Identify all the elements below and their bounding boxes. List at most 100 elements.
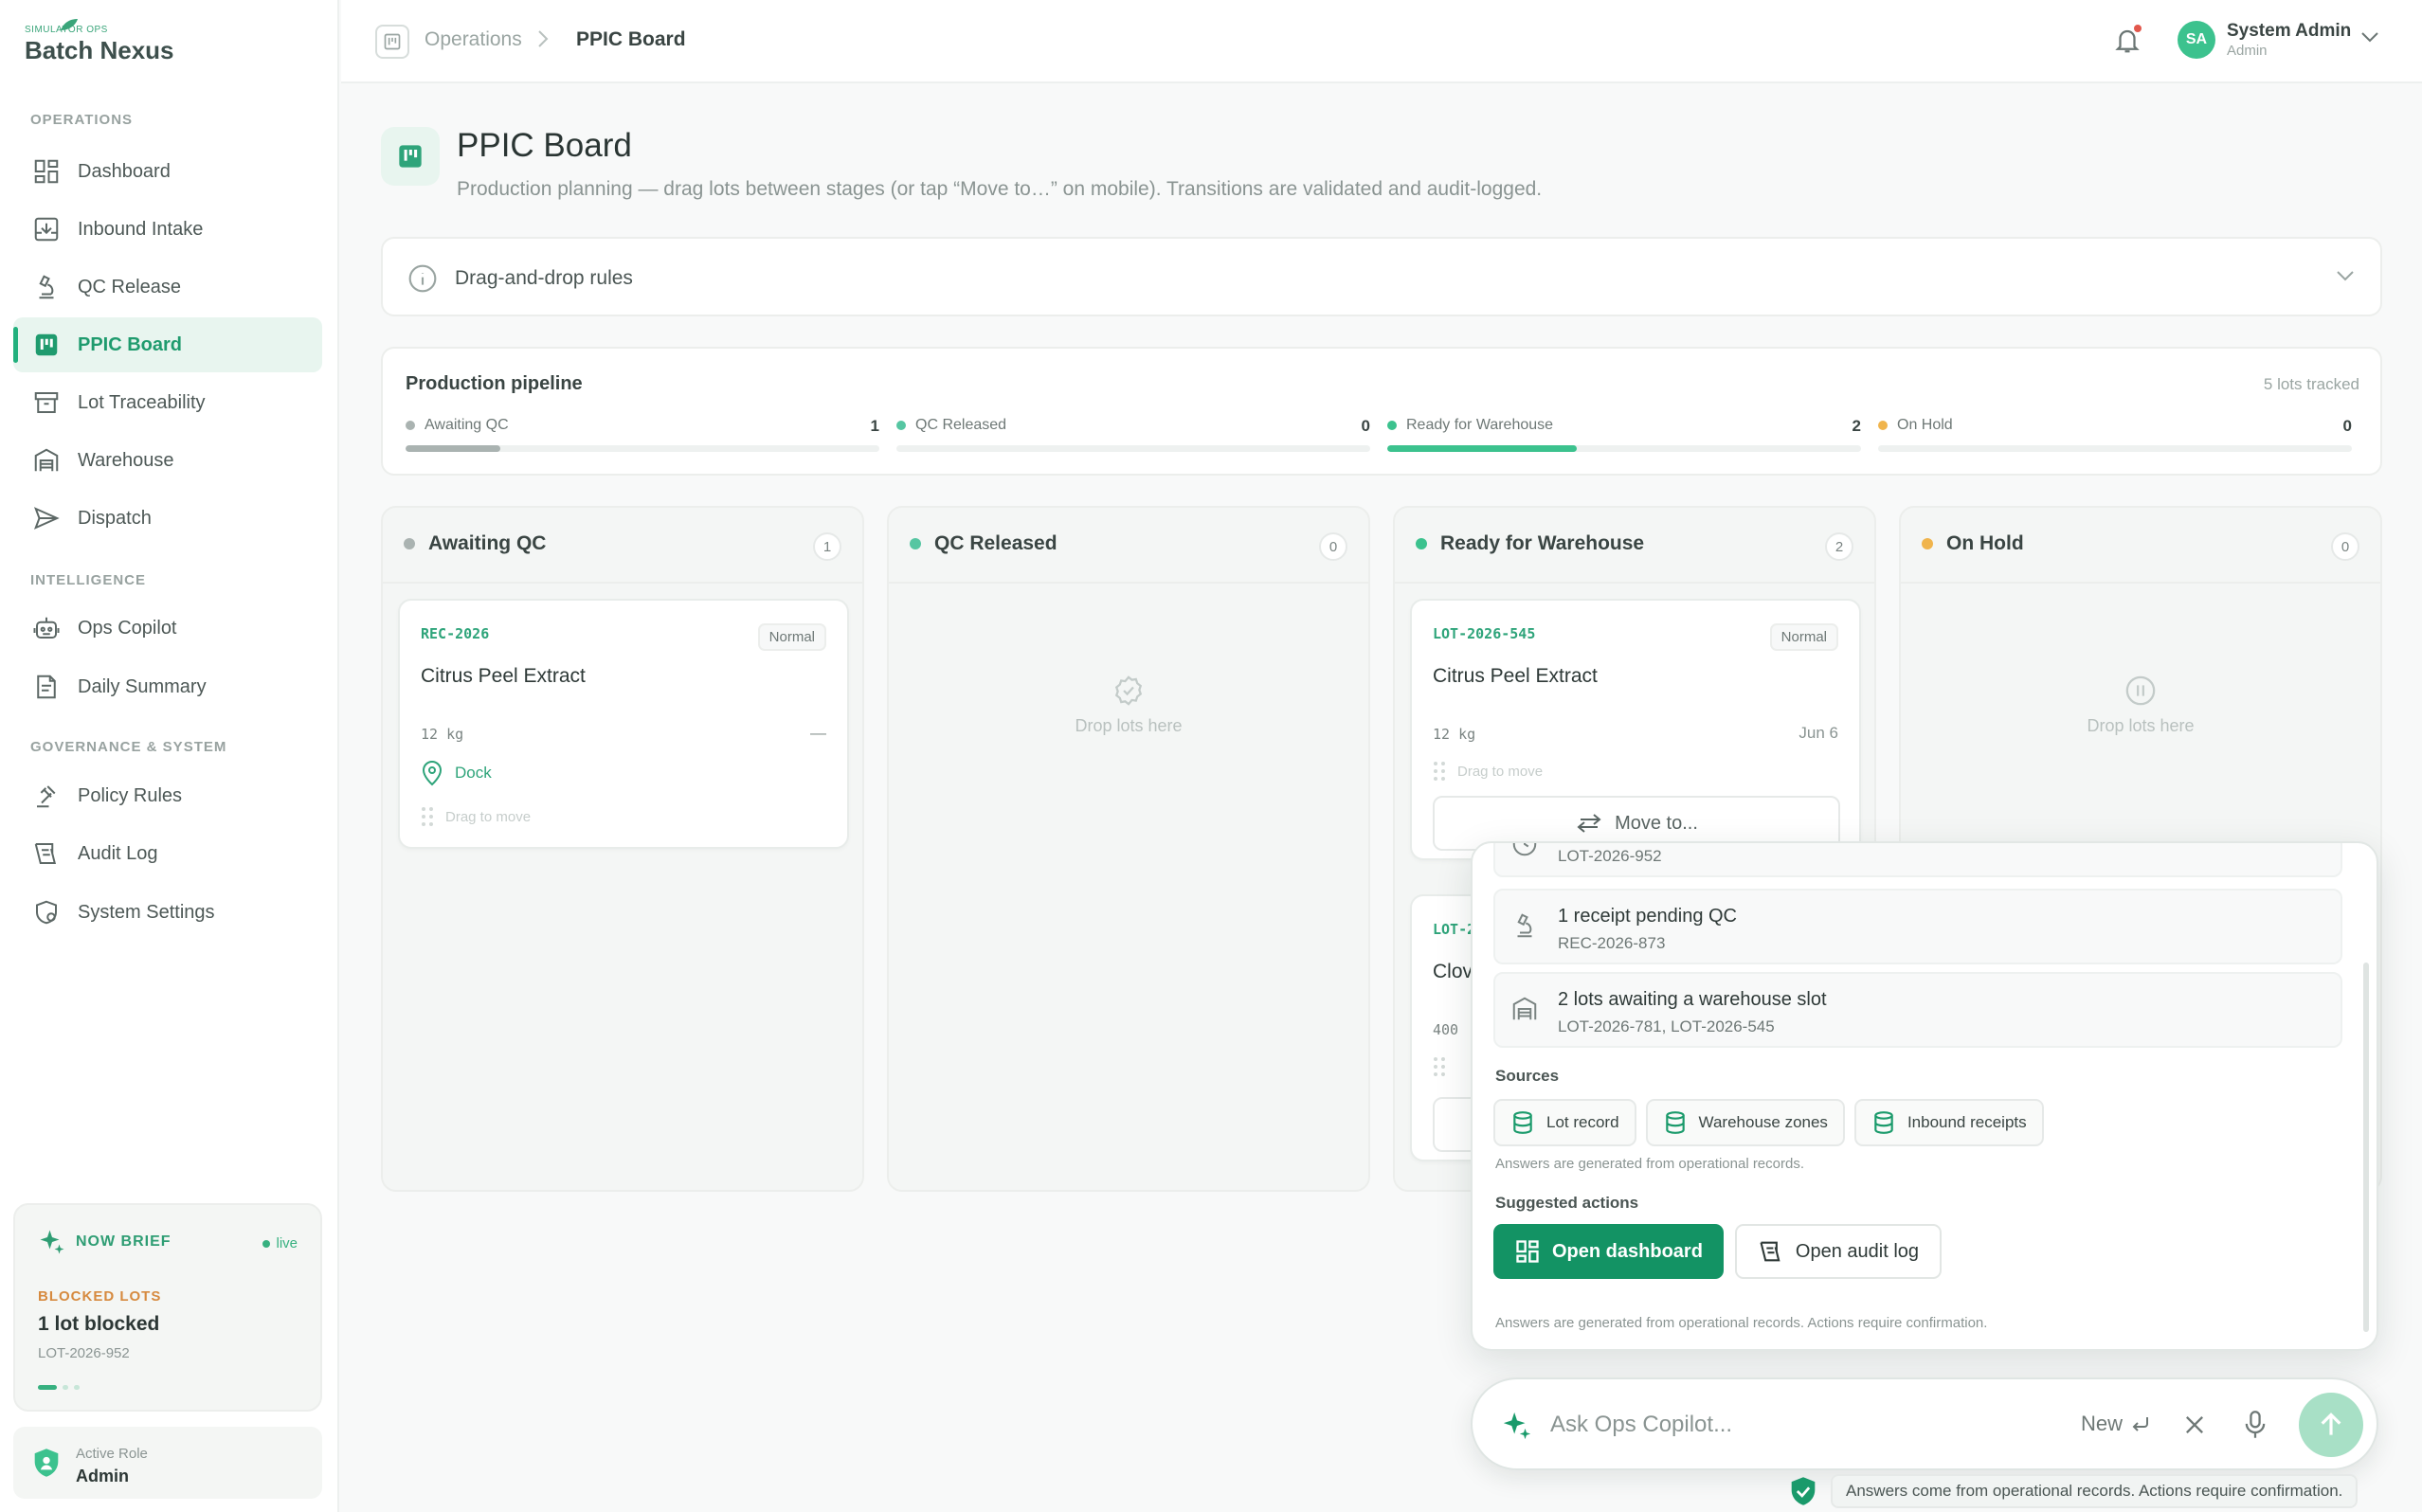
breadcrumb-operations[interactable]: Operations [425,28,522,51]
now-brief-card[interactable]: NOW BRIEF live BLOCKED LOTS 1 lot blocke… [13,1203,322,1412]
pager-dot[interactable] [63,1385,68,1390]
sidebar-item-label: Warehouse [78,449,174,471]
stage-progress-fill [406,445,500,452]
sidebar-item-ppic-board[interactable]: PPIC Board [13,317,322,372]
user-role: Admin [2227,43,2268,59]
close-icon[interactable] [2181,1412,2208,1438]
priority-badge: Normal [757,623,826,651]
topbar: Operations PPIC Board SA System Admin Ad… [341,0,2422,83]
column-title: On Hold [1922,532,2024,555]
sources-list: Lot record Warehouse zones Inbound recei… [1493,1099,2044,1146]
sidebar-item-inbound-intake[interactable]: Inbound Intake [13,202,322,257]
copilot-finding[interactable]: 1 receipt pending QC REC-2026-873 [1493,889,2342,964]
sidebar-item-lot-traceability[interactable]: Lot Traceability [13,375,322,430]
dashboard-icon [1516,1240,1539,1263]
sidebar-item-label: Audit Log [78,842,158,864]
send-button[interactable] [2299,1393,2363,1457]
database-icon [1513,1111,1532,1134]
lot-card[interactable]: LOT-2026-545 Normal Citrus Peel Extract … [1410,599,1861,860]
copilot-input[interactable] [1550,1404,2024,1446]
avatar[interactable]: SA [2178,21,2215,59]
sidebar-item-qc-release[interactable]: QC Release [13,260,322,315]
settings-shield-icon [32,898,61,927]
page-title: PPIC Board [457,127,632,164]
drop-zone[interactable]: Drop lots here [889,675,1368,736]
open-dashboard-label: Open dashboard [1552,1240,1703,1262]
drag-hint: Drag to move [1457,763,1544,780]
copilot-finding[interactable]: 2 lots awaiting a warehouse slot LOT-202… [1493,972,2342,1048]
notification-dot [2134,25,2142,32]
pager-dot[interactable] [38,1385,57,1390]
sidebar-item-policy-rules[interactable]: Policy Rules [13,768,322,823]
sidebar-item-system-settings[interactable]: System Settings [13,885,322,940]
move-to-label: Move to... [1615,812,1698,834]
chevron-down-icon[interactable] [2359,30,2380,44]
active-role[interactable]: Active Role Admin [13,1427,322,1499]
page-subtitle: Production planning — drag lots between … [457,178,1543,200]
rules-label: Drag-and-drop rules [455,267,633,289]
column-header: On Hold 0 [1901,508,2380,584]
brief-pager[interactable] [38,1385,80,1390]
lot-id[interactable]: LOT-2 [1433,921,1475,938]
suggested-actions: Open dashboard Open audit log [1493,1224,1943,1279]
drag-handle[interactable] [1433,1055,1457,1078]
drag-drop-rules-accordion[interactable]: Drag-and-drop rules [381,237,2382,316]
sidebar-item-label: System Settings [78,901,215,923]
kanban-icon [32,331,61,359]
lots-tracked: 5 lots tracked [2263,375,2359,393]
source-chip[interactable]: Lot record [1493,1099,1636,1146]
copilot-finding[interactable]: LOT-2026-952 [1493,843,2342,877]
column-title: Awaiting QC [404,532,546,555]
microscope-icon [32,273,61,301]
stage-count: 1 [870,417,879,435]
brand-logo[interactable]: SIMULATOR OPS Batch Nexus [25,17,214,66]
drop-zone[interactable]: Drop lots here [1901,675,2380,736]
shield-check-icon [32,1448,61,1478]
sidebar-item-label: Policy Rules [78,784,183,806]
sidebar-item-daily-summary[interactable]: Daily Summary [13,659,322,714]
sidebar-item-dashboard[interactable]: Dashboard [13,144,322,199]
map-pin-icon [421,760,443,786]
nav-section-intelligence: INTELLIGENCE [30,572,147,588]
stage-name: On Hold [1878,417,1953,434]
pipeline-stage-qc-released: QC Released 0 [896,417,1370,455]
active-role-label: Active Role [76,1446,148,1462]
lot-id[interactable]: REC-2026 [421,625,489,642]
brief-lot-id: LOT-2026-952 [38,1345,130,1361]
pause-circle-icon [2125,675,2156,706]
source-label: Lot record [1546,1113,1619,1131]
leaf-icon [59,17,80,32]
open-dashboard-button[interactable]: Open dashboard [1493,1224,1724,1279]
column-awaiting-qc[interactable]: Awaiting QC 1 REC-2026 Normal Citrus Pee… [381,506,864,1192]
enter-icon [2132,1417,2149,1431]
archive-box-icon [32,388,61,417]
drag-handle[interactable]: Drag to move [1433,760,1543,783]
new-chat-button[interactable]: New [2081,1412,2151,1436]
column-qc-released[interactable]: QC Released 0 Drop lots here [887,506,1370,1192]
user-name[interactable]: System Admin [2227,21,2351,42]
source-chip[interactable]: Inbound receipts [1853,1099,2044,1146]
chevron-down-icon[interactable] [2335,265,2356,286]
lot-card[interactable]: REC-2026 Normal Citrus Peel Extract 12 k… [398,599,849,849]
sidebar-item-warehouse[interactable]: Warehouse [13,433,322,488]
microphone-icon[interactable] [2242,1410,2268,1440]
brief-value: 1 lot blocked [38,1313,160,1335]
finding-ids: LOT-2026-781, LOT-2026-545 [1558,1017,1775,1035]
sources-note: Answers are generated from operational r… [1495,1156,1805,1172]
sidebar-item-label: Inbound Intake [78,218,204,240]
sidebar-item-dispatch[interactable]: Dispatch [13,491,322,546]
disclaimer-note: Answers come from operational records. A… [1831,1474,2359,1508]
pager-dot[interactable] [74,1385,80,1390]
source-chip[interactable]: Warehouse zones [1645,1099,1845,1146]
sidebar-item-audit-log[interactable]: Audit Log [13,826,322,881]
panel-scrollbar[interactable] [2363,963,2369,1332]
open-audit-log-button[interactable]: Open audit log [1734,1224,1943,1279]
drop-hint: Drop lots here [2087,716,2195,735]
drag-handle[interactable]: Drag to move [421,805,531,828]
database-icon [1665,1111,1685,1134]
sidebar-item-label: QC Release [78,276,181,297]
lot-id[interactable]: LOT-2026-545 [1433,625,1535,642]
page-kanban-icon [381,127,440,186]
brand-name: Batch Nexus [25,36,174,64]
sidebar-item-ops-copilot[interactable]: Ops Copilot [13,601,322,656]
